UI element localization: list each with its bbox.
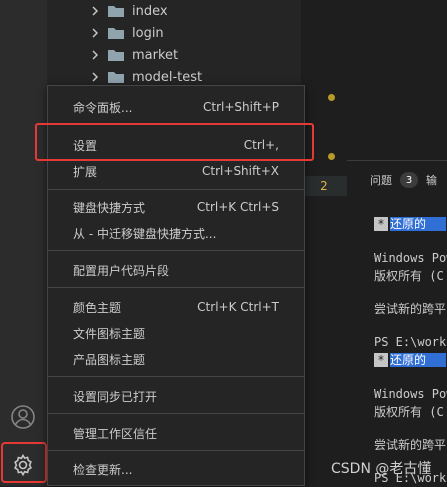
menu-item-label: 设置同步已打开 — [73, 389, 158, 404]
menu-item-extensions[interactable]: 扩展 Ctrl+Shift+X — [48, 158, 304, 184]
menu-item-check-updates[interactable]: 检查更新... — [48, 456, 304, 482]
menu-item-label: 扩展 — [73, 164, 98, 179]
menu-separator — [48, 250, 304, 251]
terminal-restored-text: 还原的 — [390, 353, 447, 367]
menu-item-user-snippets[interactable]: 配置用户代码片段 — [48, 257, 304, 283]
line-number: 2 — [301, 176, 347, 196]
menu-item-shortcut: Ctrl+K Ctrl+S — [196, 200, 279, 214]
menu-separator — [48, 450, 304, 451]
menu-item-workspace-trust[interactable]: 管理工作区信任 — [48, 420, 304, 446]
tree-folder-label: login — [132, 25, 164, 41]
menu-item-keyboard-shortcuts[interactable]: 键盘快捷方式 Ctrl+K Ctrl+S — [48, 194, 304, 220]
menu-item-color-theme[interactable]: 颜色主题 Ctrl+K Ctrl+T — [48, 294, 304, 320]
menu-item-label: 产品图标主题 — [73, 352, 146, 367]
menu-item-shortcut: Ctrl+K Ctrl+T — [197, 300, 279, 314]
terminal-line: 尝试新的跨平 — [374, 302, 447, 316]
account-icon[interactable] — [9, 403, 37, 431]
settings-highlight-box — [35, 123, 314, 161]
tree-folder-market[interactable]: market — [88, 44, 178, 66]
menu-separator — [48, 376, 304, 377]
tree-folder-label: index — [132, 3, 168, 19]
terminal-line: 尝试新的跨平 — [374, 438, 447, 452]
menu-item-label: 管理工作区信任 — [73, 426, 158, 441]
folder-icon — [108, 28, 124, 39]
activity-bar — [0, 0, 48, 486]
menu-item-shortcut: Ctrl+Shift+P — [203, 100, 279, 114]
problems-count-badge: 3 — [400, 172, 418, 188]
menu-item-file-icon-theme[interactable]: 文件图标主题 — [48, 320, 304, 346]
menu-item-label: 颜色主题 — [73, 300, 122, 315]
menu-item-shortcut: Ctrl+Shift+X — [202, 164, 279, 178]
chevron-right-icon — [92, 28, 99, 38]
terminal-line: Windows Pow — [374, 387, 447, 401]
gear-highlight-box — [1, 442, 47, 483]
menu-item-label: 文件图标主题 — [73, 326, 146, 341]
folder-icon — [108, 72, 124, 83]
terminal-line: Windows Pow — [374, 251, 447, 265]
editor-area[interactable] — [301, 0, 447, 160]
terminal-marker: * — [374, 353, 388, 367]
menu-item-command-palette[interactable]: 命令面板... Ctrl+Shift+P — [48, 94, 304, 120]
folder-icon — [108, 50, 124, 61]
panel-tabs: 问题 3 输 — [370, 172, 437, 188]
menu-separator — [48, 413, 304, 414]
menu-item-product-icon-theme[interactable]: 产品图标主题 — [48, 346, 304, 372]
menu-separator — [48, 189, 304, 190]
terminal-line: * 还原的 — [374, 215, 447, 232]
terminal-line: 版权所有 (C — [374, 405, 444, 419]
menu-item-migrate-keybindings[interactable]: 从 - 中迁移键盘快捷方式... — [48, 220, 304, 246]
modified-dot — [328, 153, 335, 160]
folder-icon — [108, 6, 124, 17]
menu-item-label: 配置用户代码片段 — [73, 263, 170, 278]
menu-item-label: 检查更新... — [73, 462, 133, 477]
chevron-right-icon — [92, 72, 99, 82]
tab-problems[interactable]: 问题 — [370, 172, 392, 188]
chevron-right-icon — [92, 6, 99, 16]
tab-output[interactable]: 输 — [426, 172, 437, 188]
terminal-line: * 还原的 — [374, 351, 447, 368]
modified-dot — [328, 94, 335, 101]
menu-separator — [48, 287, 304, 288]
menu-item-label: 键盘快捷方式 — [73, 200, 146, 215]
menu-item-settings-sync[interactable]: 设置同步已打开 — [48, 383, 304, 409]
terminal-line: PS E:\work\ — [374, 335, 447, 349]
terminal-marker: * — [374, 217, 388, 231]
terminal-restored-text: 还原的 — [390, 217, 447, 231]
chevron-right-icon — [92, 50, 99, 60]
terminal-line: 版权所有 (C — [374, 269, 444, 283]
menu-item-label: 命令面板... — [73, 100, 133, 115]
menu-item-label: 从 - 中迁移键盘快捷方式... — [73, 226, 217, 241]
tree-folder-index[interactable]: index — [88, 0, 168, 22]
tree-folder-label: market — [132, 47, 179, 63]
tree-folder-label: model-test — [132, 69, 203, 85]
csdn-watermark: CSDN @老古懂 — [331, 461, 432, 477]
tree-folder-login[interactable]: login — [88, 22, 164, 44]
